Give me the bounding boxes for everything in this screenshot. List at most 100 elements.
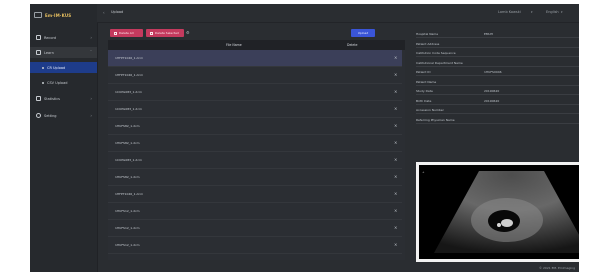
table-body: 1HFPT1046_1.dcm × 1HFPT1046_1.dcm × 1CUPG083… — [108, 50, 405, 254]
delete-row-icon[interactable]: × — [394, 106, 397, 111]
delete-selected-button[interactable]: Delete Selected — [146, 29, 184, 37]
brand[interactable]: Em·IM·KUS — [34, 11, 71, 19]
detail-field: Patient ID 1HUFS0046 — [416, 68, 579, 76]
sidebar: Em·IM·KUS Record › Learn ˆ CR Upload CSV… — [30, 4, 98, 272]
footer-text: © 2021 EM. EmImaging — [539, 266, 575, 270]
table-row[interactable]: 1HFPT1046_1.dcm × — [108, 50, 405, 67]
table-row[interactable]: 1HFPT1046_1.dcm × — [108, 67, 405, 84]
settings-icon[interactable]: ⚙ — [186, 30, 190, 35]
chevron-up-icon: ˆ — [90, 50, 92, 55]
delete-row-icon[interactable]: × — [394, 242, 397, 247]
page-title: Upload — [111, 10, 124, 14]
table-row[interactable]: 1CUPG083_1.dcm × — [108, 101, 405, 118]
field-label: Birth Date — [416, 98, 432, 103]
table-row[interactable]: 1HUFS12_1.dcm × — [108, 220, 405, 237]
delete-row-icon[interactable]: × — [394, 55, 397, 60]
delete-row-icon[interactable]: × — [394, 72, 397, 77]
column-header-delete: Delete — [347, 43, 358, 47]
delete-all-label: Delete All — [119, 31, 134, 35]
trash-icon — [114, 31, 117, 35]
upload-label: Upload — [357, 31, 369, 35]
book-icon — [36, 50, 41, 55]
delete-row-icon[interactable]: × — [394, 140, 397, 145]
sidebar-item-cr-upload[interactable]: CR Upload — [30, 62, 97, 73]
detail-field: Patient Name — [416, 78, 579, 86]
field-value: 20190620 — [484, 98, 500, 103]
field-label: Patient ID — [416, 70, 431, 74]
field-label: Institution Code Sequence — [416, 51, 456, 55]
chevron-down-icon: › — [90, 35, 92, 40]
table-row[interactable]: 1CUPG083_1.dcm × — [108, 84, 405, 101]
table-row[interactable]: 1HUFS82_1.dcm × — [108, 169, 405, 186]
ultrasound-scan-graphic: + — [419, 165, 579, 259]
sidebar-item-label: Learn — [44, 50, 54, 55]
back-icon[interactable]: ‹ — [103, 10, 105, 15]
field-label: Study Date — [416, 89, 433, 93]
sidebar-item-label: Statistics — [44, 96, 60, 101]
table-header: File Name Delete — [108, 40, 405, 50]
table-row[interactable]: 1CUPG083_1.dcm × — [108, 152, 405, 169]
table-row[interactable]: 1HUFS12_1.dcm × — [108, 237, 405, 254]
detail-field: Birth Date 20190620 — [416, 97, 579, 105]
detail-field: Institutional Department Name — [416, 59, 579, 67]
table-scrollbar[interactable] — [402, 50, 405, 260]
delete-row-icon[interactable]: × — [394, 89, 397, 94]
chart-icon — [36, 96, 41, 101]
delete-all-button[interactable]: Delete All — [110, 29, 143, 37]
chevron-down-icon: › — [90, 96, 92, 101]
top-header: ‹ Upload Lomb Kowski ▾ English ▾ — [97, 4, 579, 23]
field-value: EMUH — [484, 32, 493, 36]
sidebar-item-statistics[interactable]: Statistics › — [30, 93, 97, 104]
file-name: 1HUFS82_1.dcm — [115, 141, 140, 145]
sidebar-item-csv-upload[interactable]: CSV Upload — [30, 77, 97, 88]
language-select[interactable]: English — [546, 10, 559, 14]
detail-field: Accession Number — [416, 106, 579, 114]
grid-icon — [36, 35, 41, 40]
field-label: Institutional Department Name — [416, 60, 463, 65]
table-row[interactable]: 1HUFS82_1.dcm × — [108, 135, 405, 152]
delete-row-icon[interactable]: × — [394, 191, 397, 196]
sidebar-item-label: CSV Upload — [47, 80, 68, 85]
image-preview: + — [416, 162, 579, 262]
detail-field: Study Date 20190620 — [416, 87, 579, 95]
column-header-file-name[interactable]: File Name — [226, 43, 242, 47]
file-name: 1HFPT1046_1.dcm — [115, 192, 144, 196]
sidebar-item-setting[interactable]: Setting › — [30, 110, 97, 121]
user-menu[interactable]: Lomb Kowski — [498, 10, 521, 14]
file-name: 1CUPG083_1.dcm — [115, 90, 142, 94]
field-label: Patient Name — [416, 79, 437, 84]
chevron-down-icon: › — [90, 113, 92, 118]
bullet-icon — [42, 81, 44, 84]
sidebar-item-learn[interactable]: Learn ˆ — [30, 47, 97, 58]
delete-row-icon[interactable]: × — [394, 123, 397, 128]
table-row[interactable]: 1HUFS12_1.dcm × — [108, 203, 405, 220]
sidebar-item-record[interactable]: Record › — [30, 32, 97, 43]
upload-button[interactable]: Upload — [351, 29, 375, 37]
delete-row-icon[interactable]: × — [394, 208, 397, 213]
detail-field: Patient Address — [416, 40, 579, 48]
bullet-icon — [42, 66, 44, 69]
gear-icon — [36, 113, 41, 118]
field-label: Accession Number — [416, 108, 444, 112]
table-row[interactable]: 1HFPT1046_1.dcm × — [108, 186, 405, 203]
file-name: 1HFPT1046_1.dcm — [115, 56, 144, 60]
delete-row-icon[interactable]: × — [394, 174, 397, 179]
detail-field: Institution Code Sequence — [416, 49, 579, 57]
field-value: 20190620 — [484, 89, 500, 93]
file-name: 1HFPT1046_1.dcm — [115, 73, 144, 77]
file-name: 1HUFS12_1.dcm — [115, 226, 140, 230]
chevron-down-icon[interactable]: ▾ — [531, 10, 533, 14]
field-label: Patient Address — [416, 41, 440, 46]
file-name: 1CUPG083_1.dcm — [115, 158, 142, 162]
delete-row-icon[interactable]: × — [394, 225, 397, 230]
brand-name: Em·IM·KUS — [45, 12, 72, 18]
delete-row-icon[interactable]: × — [394, 157, 397, 162]
sidebar-item-label: Record — [44, 35, 57, 40]
chevron-down-icon[interactable]: ▾ — [561, 10, 563, 14]
file-name: 1HUFS12_1.dcm — [115, 243, 140, 247]
table-row[interactable]: 1HUFS82_1.dcm × — [108, 118, 405, 135]
detail-field: Hospital Name EMUH — [416, 30, 579, 38]
field-label: Hospital Name — [416, 32, 439, 36]
file-name: 1HUFS82_1.dcm — [115, 124, 140, 128]
ultrasound-image: + — [419, 165, 579, 259]
